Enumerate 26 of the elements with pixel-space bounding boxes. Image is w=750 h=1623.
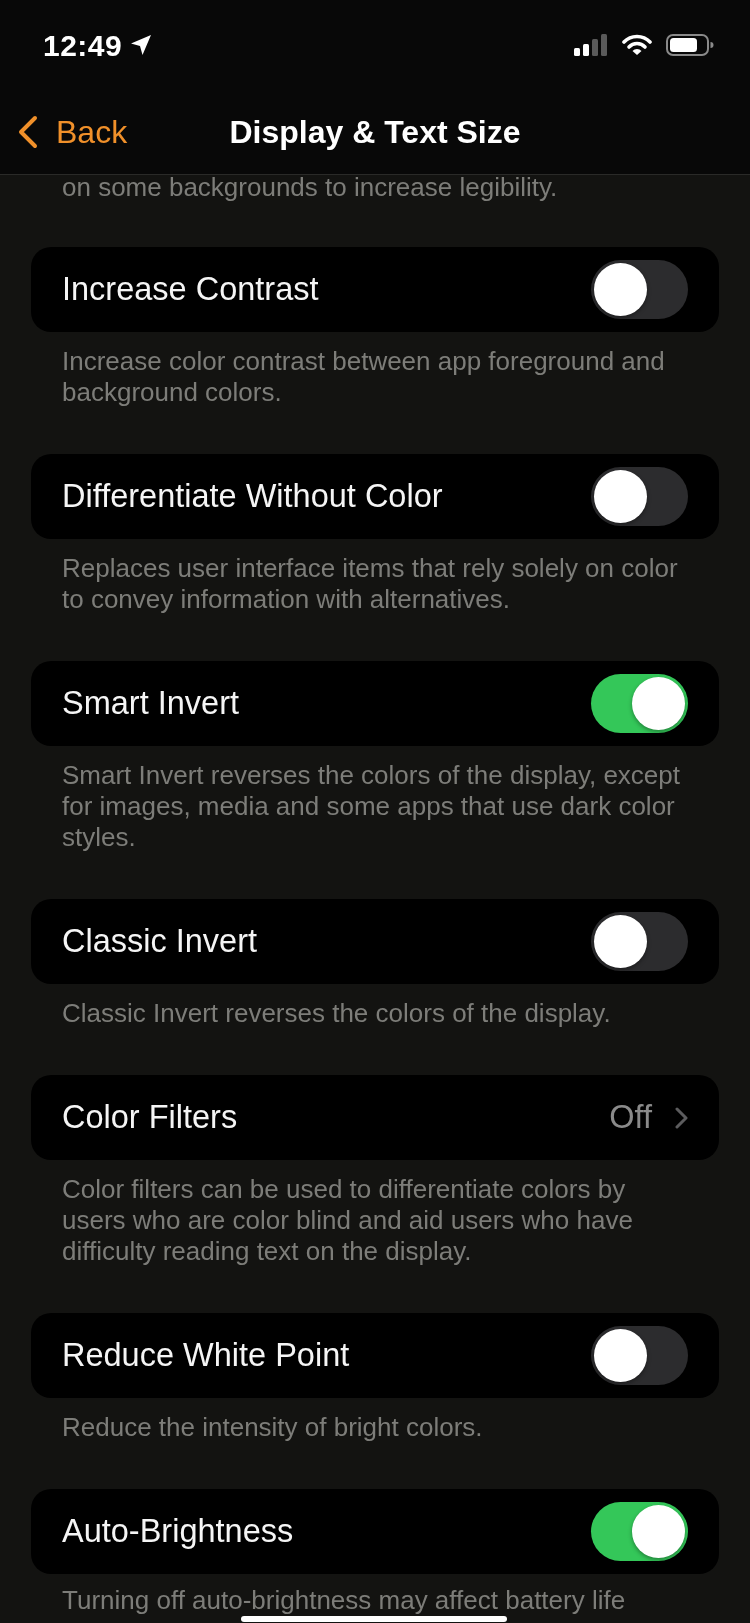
footer-note: Color filters can be used to differentiate colors by users who are color blind and aid users who have difficulty reading text on the display. xyxy=(61,1173,634,1267)
signal-icon xyxy=(574,34,608,56)
footer-note: Turning off auto-brightness may affect battery life xyxy=(61,1584,627,1614)
setting-label: Auto-Brightness xyxy=(62,1512,294,1552)
footer-note: Smart Invert reverses the colors of the display, except for images, media and some apps that use dark color styles. xyxy=(61,759,681,853)
setting-label: Classic Invert xyxy=(62,922,258,962)
footer-note: Increase color contrast between app foreground and background colors. xyxy=(61,345,666,408)
location-arrow-icon xyxy=(130,34,153,56)
footer-note: Reduce the intensity of bright colors. xyxy=(61,1411,484,1443)
setting-value: Off xyxy=(609,1098,652,1138)
wifi-icon xyxy=(622,34,652,56)
setting-label: Differentiate Without Color xyxy=(62,477,443,517)
footer-note: Replaces user interface items that rely solely on color to convey information with alternatives. xyxy=(61,552,679,615)
setting-label: Reduce White Point xyxy=(62,1336,350,1376)
setting-label: Smart Invert xyxy=(62,684,239,724)
page-title: Display & Text Size xyxy=(229,113,521,152)
status-time: 12:49 xyxy=(43,27,123,64)
chevron-right-icon xyxy=(675,1106,688,1129)
battery-icon xyxy=(666,34,714,56)
setting-label: Color Filters xyxy=(62,1098,238,1138)
chevron-left-icon xyxy=(18,115,38,149)
footer-note: on some backgrounds to increase legibility. xyxy=(61,175,559,204)
settings-cell[interactable]: Color Filters Off xyxy=(31,1075,719,1160)
setting-label: Increase Contrast xyxy=(62,270,319,310)
back-button[interactable]: Back xyxy=(18,108,128,156)
footer-note: Classic Invert reverses the colors of the display. xyxy=(61,997,612,1029)
